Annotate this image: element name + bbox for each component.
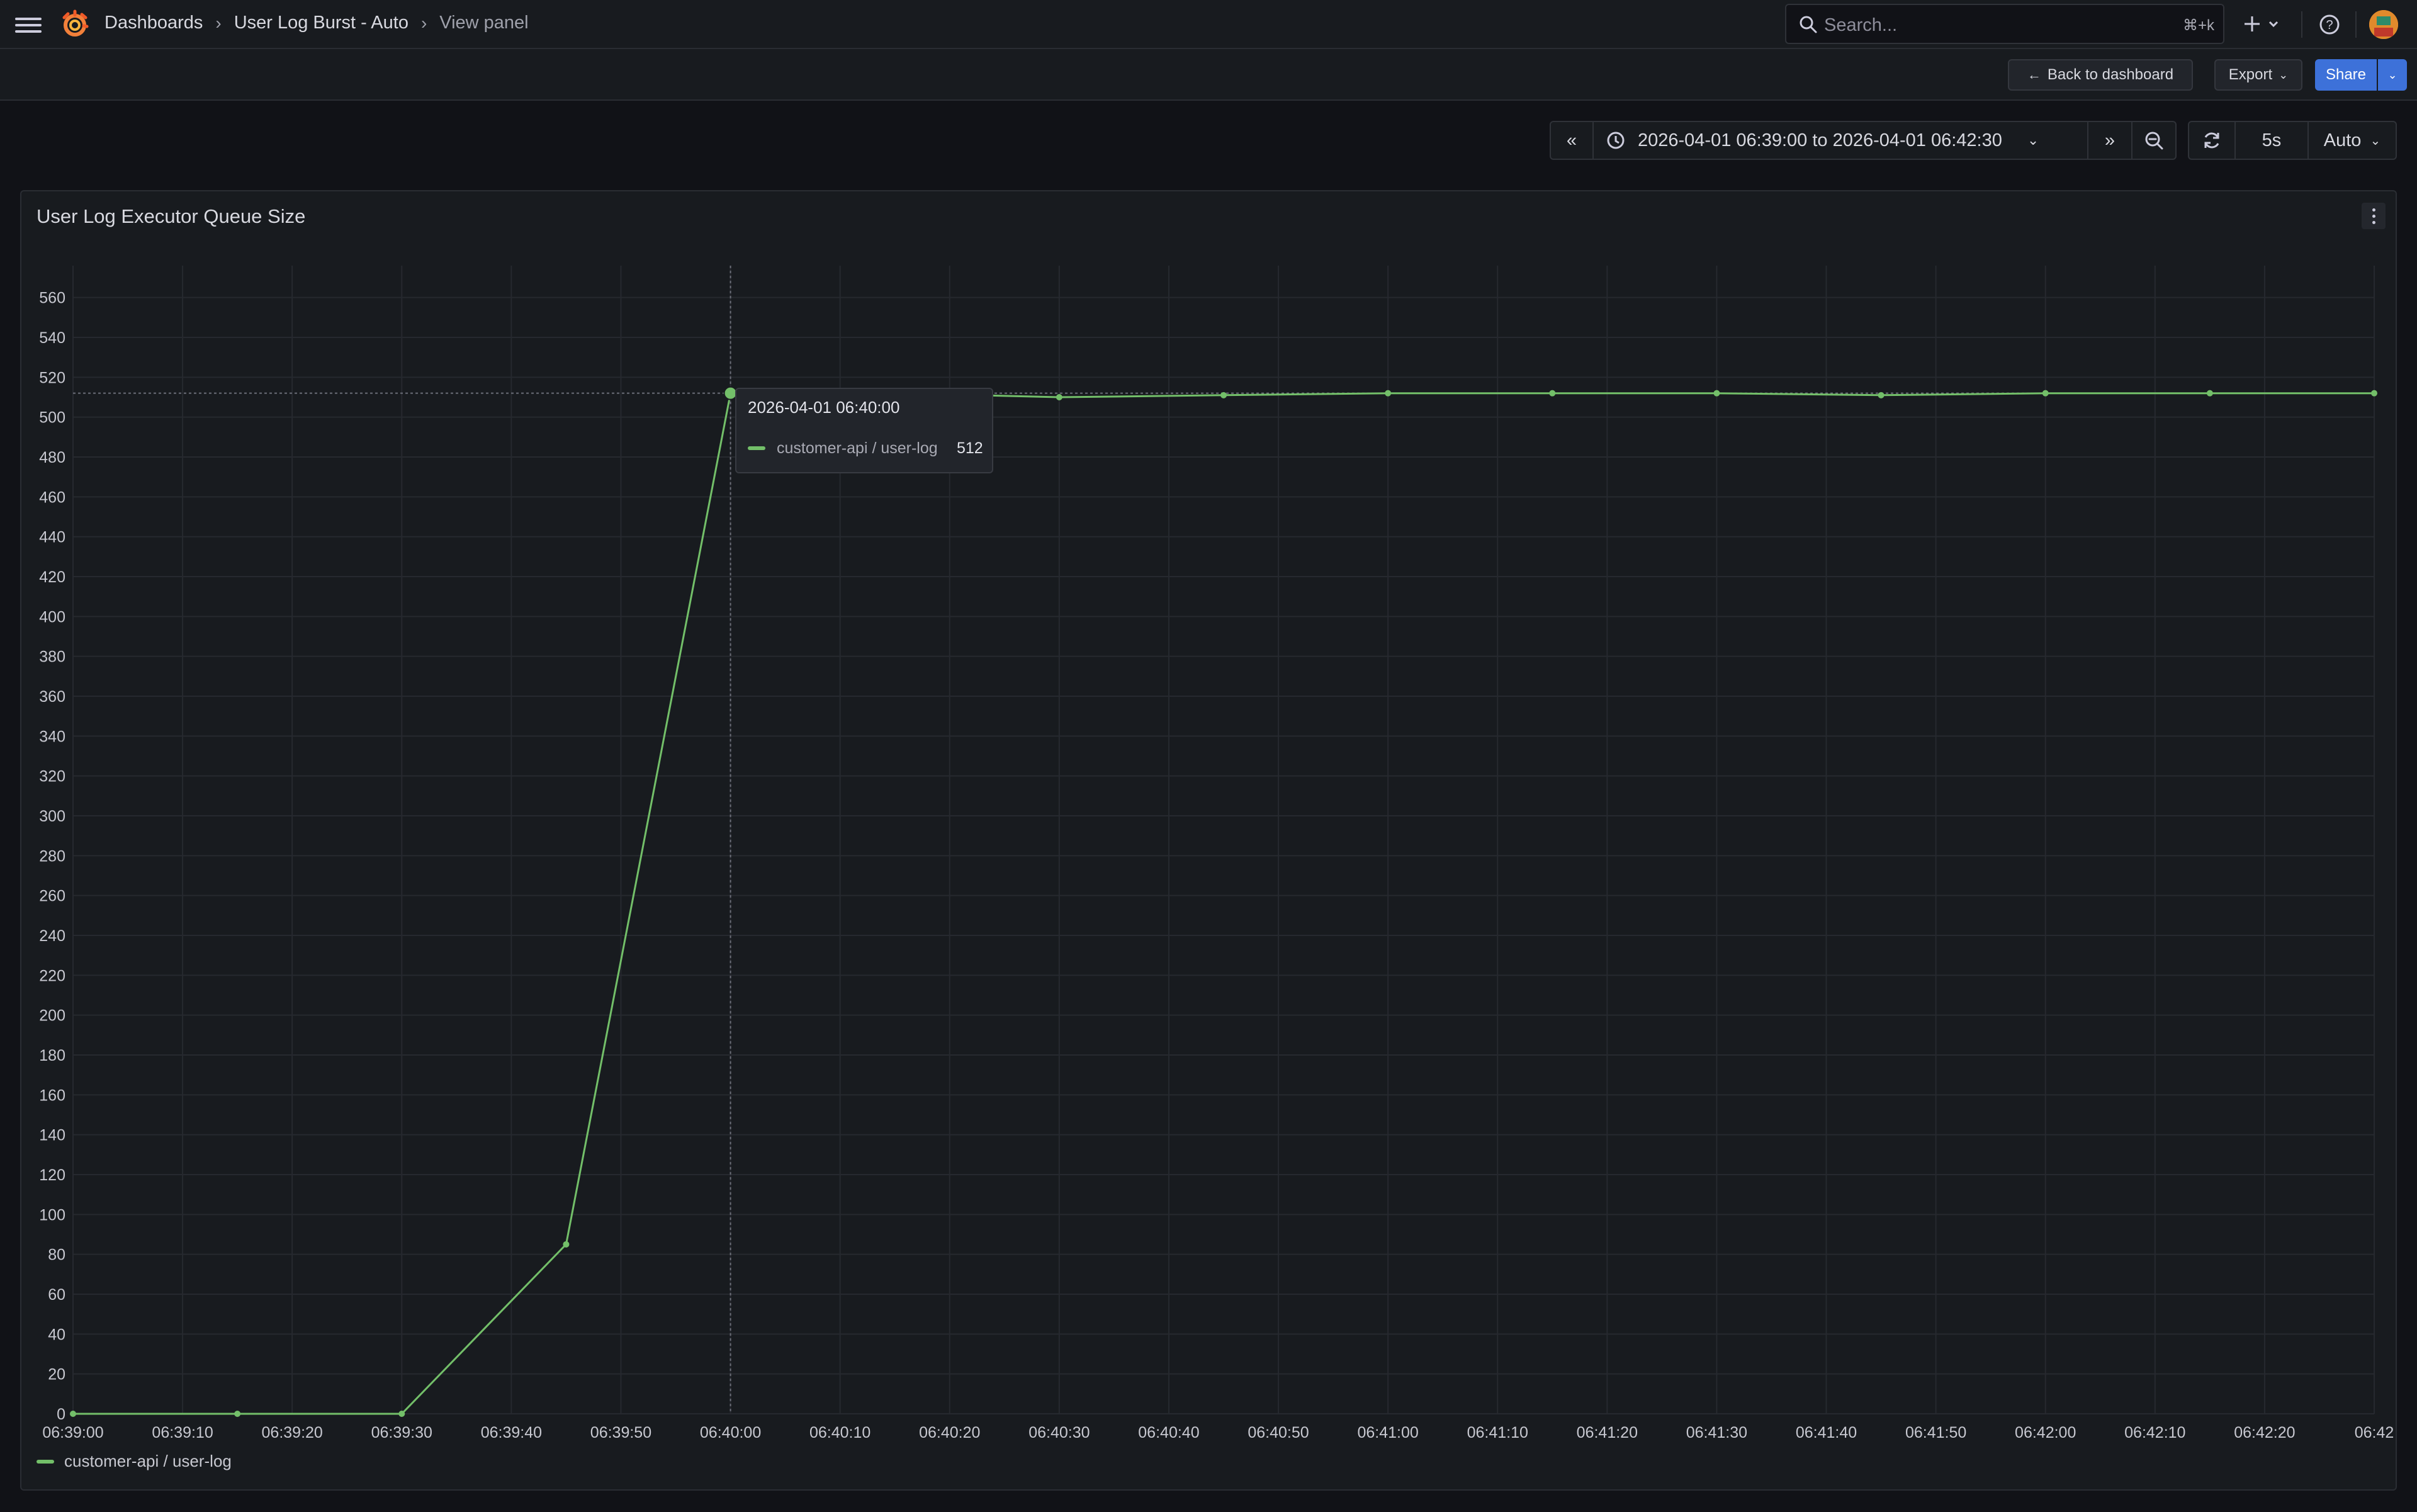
y-tick-label: 500 xyxy=(39,409,65,427)
x-tick-label: 06:39:00 xyxy=(42,1424,103,1441)
x-tick-label: 06:40:00 xyxy=(700,1424,761,1441)
x-tick-label: 06:42 xyxy=(2355,1424,2394,1441)
y-tick-label: 520 xyxy=(39,369,65,386)
tooltip-value: 512 xyxy=(957,439,983,457)
data-point xyxy=(563,1241,570,1248)
legend-label: customer-api / user-log xyxy=(64,1452,232,1470)
y-tick-label: 400 xyxy=(39,608,65,626)
tooltip-time: 2026-04-01 06:40:00 xyxy=(748,398,900,417)
timeseries-chart[interactable]: 0 20 40 60 80 100 120 140 160 180 200 220 240 260 280 3… xyxy=(0,0,2417,1512)
tooltip-series-swatch xyxy=(748,446,765,450)
data-point xyxy=(1878,392,1885,398)
x-tick-label: 06:41:10 xyxy=(1467,1424,1528,1441)
x-tick-label: 06:40:40 xyxy=(1138,1424,1199,1441)
x-tick-label: 06:39:50 xyxy=(590,1424,651,1441)
y-tick-label: 160 xyxy=(39,1086,65,1104)
x-tick-label: 06:41:20 xyxy=(1577,1424,1638,1441)
x-tick-label: 06:40:50 xyxy=(1248,1424,1309,1441)
tooltip: 2026-04-01 06:40:00 customer-api / user-… xyxy=(735,388,993,473)
x-tick-label: 06:39:30 xyxy=(371,1424,432,1441)
legend[interactable]: customer-api / user-log xyxy=(37,1452,232,1471)
y-tick-label: 300 xyxy=(39,808,65,825)
y-tick-label: 20 xyxy=(48,1366,65,1384)
y-tick-label: 240 xyxy=(39,927,65,945)
data-point xyxy=(2042,390,2049,397)
y-tick-label: 100 xyxy=(39,1206,65,1224)
data-point xyxy=(2371,390,2377,397)
data-point xyxy=(1056,393,1062,400)
data-point xyxy=(1385,390,1392,397)
y-tick-label: 180 xyxy=(39,1047,65,1064)
y-tick-label: 280 xyxy=(39,847,65,865)
x-tick-label: 06:41:40 xyxy=(1796,1424,1857,1441)
y-tick-label: 260 xyxy=(39,888,65,905)
x-tick-label: 06:39:20 xyxy=(262,1424,323,1441)
y-tick-label: 80 xyxy=(48,1246,65,1264)
x-tick-label: 06:42:10 xyxy=(2124,1424,2185,1441)
x-tick-label: 06:42:00 xyxy=(2015,1424,2076,1441)
y-tick-label: 120 xyxy=(39,1166,65,1184)
y-tick-label: 460 xyxy=(39,488,65,506)
x-tick-label: 06:39:40 xyxy=(481,1424,542,1441)
x-tick-label: 06:41:00 xyxy=(1357,1424,1418,1441)
y-tick-label: 140 xyxy=(39,1127,65,1144)
series-line xyxy=(73,392,2374,1415)
data-point xyxy=(2206,390,2213,397)
x-tick-label: 06:40:20 xyxy=(919,1424,980,1441)
data-point xyxy=(70,1411,76,1417)
y-tick-label: 320 xyxy=(39,768,65,786)
y-tick-label: 380 xyxy=(39,648,65,666)
y-tick-label: 360 xyxy=(39,688,65,706)
y-tick-label: 440 xyxy=(39,529,65,546)
legend-swatch xyxy=(37,1459,54,1464)
data-point xyxy=(1220,392,1227,398)
x-tick-label: 06:41:30 xyxy=(1686,1424,1747,1441)
y-tick-label: 340 xyxy=(39,728,65,745)
y-tick-label: 200 xyxy=(39,1007,65,1025)
data-point xyxy=(234,1411,241,1417)
data-point xyxy=(398,1411,405,1417)
y-tick-label: 220 xyxy=(39,967,65,984)
y-tick-label: 420 xyxy=(39,568,65,586)
tooltip-series-name: customer-api / user-log xyxy=(777,439,938,457)
x-tick-label: 06:40:10 xyxy=(809,1424,870,1441)
data-point xyxy=(1713,390,1720,397)
y-tick-label: 0 xyxy=(57,1406,65,1423)
x-tick-label: 06:41:50 xyxy=(1905,1424,1966,1441)
x-tick-label: 06:42:20 xyxy=(2234,1424,2295,1441)
y-tick-label: 40 xyxy=(48,1326,65,1343)
y-tick-label: 540 xyxy=(39,329,65,347)
x-tick-label: 06:40:30 xyxy=(1028,1424,1090,1441)
y-tick-label: 480 xyxy=(39,449,65,466)
y-tick-label: 60 xyxy=(48,1286,65,1304)
x-tick-label: 06:39:10 xyxy=(152,1424,213,1441)
data-point xyxy=(1549,390,1556,397)
y-tick-label: 560 xyxy=(39,290,65,307)
